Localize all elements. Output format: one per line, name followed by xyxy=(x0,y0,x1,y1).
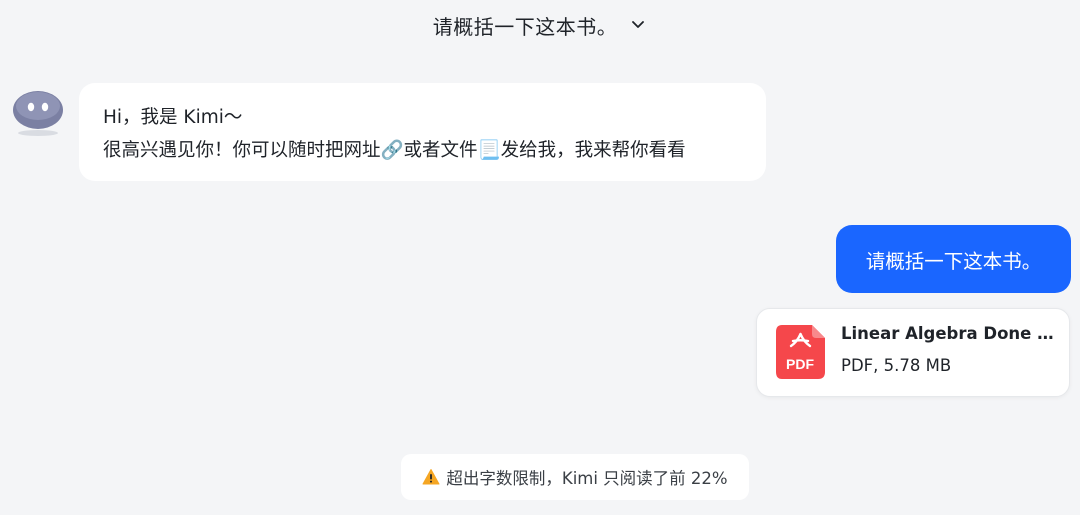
bot-message-bubble: Hi，我是 Kimi～ 很高兴遇见你！你可以随时把网址🔗或者文件📃发给我，我来帮… xyxy=(79,83,766,181)
word-limit-notice: 超出字数限制，Kimi 只阅读了前 22% xyxy=(401,454,749,500)
warning-icon xyxy=(422,468,440,486)
pdf-icon-label: PDF xyxy=(786,356,814,372)
kimi-bot-avatar xyxy=(12,86,64,138)
notice-text: 超出字数限制，Kimi 只阅读了前 22% xyxy=(446,469,728,488)
chat-title[interactable]: 请概括一下这本书。 xyxy=(433,11,618,40)
user-message-text: 请概括一下这本书。 xyxy=(865,249,1042,273)
file-attachment-card[interactable]: PDF Linear Algebra Done Ri... PDF, 5.78 … xyxy=(756,308,1070,397)
file-meta: PDF, 5.78 MB xyxy=(841,356,952,375)
chat-header[interactable]: 请概括一下这本书。 xyxy=(0,8,1080,42)
chevron-down-icon[interactable] xyxy=(629,16,647,34)
bot-greeting: Hi，我是 Kimi～ xyxy=(103,107,243,128)
bot-intro: 很高兴遇见你！你可以随时把网址🔗或者文件📃发给我，我来帮你看看 xyxy=(103,140,686,161)
file-name: Linear Algebra Done Ri... xyxy=(841,324,1061,343)
user-message-bubble: 请概括一下这本书。 xyxy=(836,225,1071,293)
pdf-icon: PDF xyxy=(776,325,825,379)
